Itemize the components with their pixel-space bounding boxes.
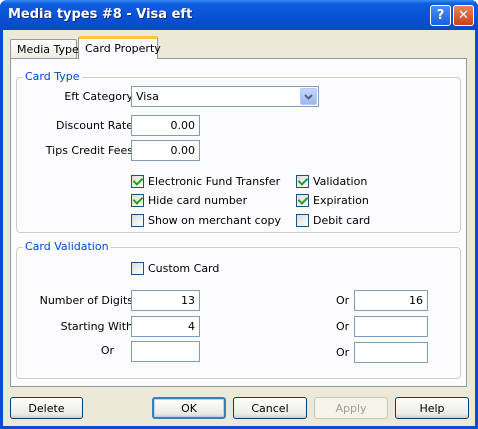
expiration-checkbox[interactable]: Expiration <box>296 194 369 207</box>
number-of-digits-input[interactable]: 13 <box>131 290 200 311</box>
checkbox-box[interactable] <box>131 214 144 227</box>
tab-media-type[interactable]: Media Type <box>10 39 79 58</box>
checkbox-box[interactable] <box>131 175 144 188</box>
checkbox-label: Validation <box>313 175 368 188</box>
card-validation-group: Card Validation Custom Card Number of Di… <box>16 240 461 379</box>
checkbox-label: Expiration <box>313 194 369 207</box>
number-of-digits-or-label: Or <box>336 294 350 307</box>
starting-with-alt3-input[interactable] <box>354 342 428 363</box>
validation-checkbox[interactable]: Validation <box>296 175 367 188</box>
title-bar[interactable]: Media types #8 - Visa eft ? ✕ <box>0 0 478 30</box>
tab-card-property[interactable]: Card Property <box>78 36 161 59</box>
tips-credit-fees-input[interactable]: 0.00 <box>131 140 200 161</box>
number-of-digits-alt-input[interactable]: 16 <box>354 290 428 311</box>
custom-card-checkbox[interactable]: Custom Card <box>131 262 219 275</box>
card-validation-group-label: Card Validation <box>23 240 111 253</box>
chevron-down-icon[interactable] <box>300 88 317 105</box>
tips-credit-fees-label: Tips Credit Fees <box>45 144 133 157</box>
starting-with-input[interactable]: 4 <box>131 316 200 337</box>
checkbox-label: Debit card <box>313 214 371 227</box>
eft-category-value: Visa <box>136 90 159 103</box>
checkbox-box[interactable] <box>296 194 309 207</box>
help-icon[interactable]: ? <box>430 5 451 26</box>
or-label-2: Or <box>336 346 350 359</box>
checkbox-label: Show on merchant copy <box>148 214 281 227</box>
starting-with-alt2-input[interactable] <box>131 341 200 362</box>
card-type-group: Card Type Eft Category Visa Discount Rat… <box>16 70 461 233</box>
delete-button[interactable]: Delete <box>10 397 83 419</box>
checkbox-box[interactable] <box>296 214 309 227</box>
checkbox-label: Electronic Fund Transfer <box>148 175 281 188</box>
discount-rate-label: Discount Rate <box>55 119 133 132</box>
number-of-digits-label: Number of Digits <box>39 294 133 307</box>
starting-with-label: Starting With <box>60 320 133 333</box>
checkbox-box[interactable] <box>296 175 309 188</box>
electronic-fund-transfer-checkbox[interactable]: Electronic Fund Transfer <box>131 175 280 188</box>
checkbox-box[interactable] <box>131 194 144 207</box>
checkbox-label: Custom Card <box>148 262 220 275</box>
starting-with-alt-input[interactable] <box>354 316 428 337</box>
checkbox-box[interactable] <box>131 262 144 275</box>
starting-with-or-label: Or <box>336 320 350 333</box>
card-type-group-label: Card Type <box>23 70 82 83</box>
eft-category-select[interactable]: Visa <box>131 86 319 107</box>
eft-category-label: Eft Category <box>64 90 133 103</box>
checkbox-label: Hide card number <box>148 194 248 207</box>
show-on-merchant-copy-checkbox[interactable]: Show on merchant copy <box>131 214 281 227</box>
dialog-window: Media types #8 - Visa eft ? ✕ Media Type… <box>0 0 478 429</box>
debit-card-checkbox[interactable]: Debit card <box>296 214 370 227</box>
hide-card-number-checkbox[interactable]: Hide card number <box>131 194 247 207</box>
or-label: Or <box>100 344 114 357</box>
discount-rate-input[interactable]: 0.00 <box>131 115 200 136</box>
close-icon[interactable]: ✕ <box>453 5 474 26</box>
window-title: Media types #8 - Visa eft <box>8 7 193 22</box>
help-button[interactable]: Help <box>395 397 469 419</box>
card-property-panel: Card Type Eft Category Visa Discount Rat… <box>10 58 467 387</box>
apply-button[interactable]: Apply <box>314 397 388 419</box>
cancel-button[interactable]: Cancel <box>233 397 307 419</box>
dialog-client-area: Media Type Card Property Card Type Eft C… <box>3 30 475 426</box>
ok-button[interactable]: OK <box>152 397 226 419</box>
